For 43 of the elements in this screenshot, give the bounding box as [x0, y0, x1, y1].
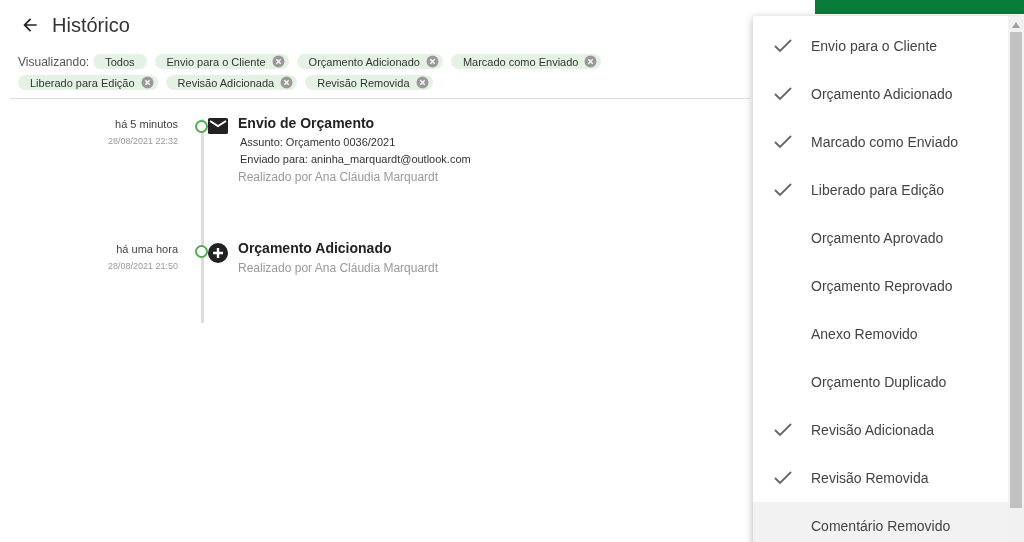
timeline-dot	[195, 120, 208, 133]
scrollbar[interactable]	[1008, 16, 1024, 542]
mail-icon	[208, 118, 228, 134]
remove-icon[interactable]	[280, 76, 294, 89]
menu-item-label: Revisão Adicionada	[811, 422, 934, 438]
filter-chip[interactable]: Revisão Adicionada	[165, 75, 298, 90]
filter-chip[interactable]: Liberado para Edição	[18, 75, 158, 90]
timeline-dot	[195, 245, 208, 258]
event-detail: Assunto: Orçamento 0036/2021	[239, 136, 397, 148]
menu-item[interactable]: Comentário Removido	[753, 502, 1008, 542]
menu-item-label: Orçamento Reprovado	[811, 278, 953, 294]
event-detail: Enviado para: aninha_marquardt@outlook.com	[239, 153, 472, 165]
remove-icon[interactable]	[584, 55, 598, 68]
scroll-up-icon[interactable]	[1012, 22, 1020, 28]
filter-chip[interactable]: Revisão Removida	[305, 75, 433, 90]
plus-circle-icon	[208, 243, 228, 263]
event-date: 28/08/2021 21:50	[106, 261, 178, 271]
menu-item-label: Liberado para Edição	[811, 182, 945, 198]
event-author: Realizado por Ana Cláudia Marquardt	[238, 261, 440, 275]
filter-chip[interactable]: Envio para o Cliente	[154, 54, 289, 69]
menu-item-label: Orçamento Aprovado	[811, 230, 944, 246]
event-date: 28/08/2021 22:32	[106, 136, 178, 146]
menu-item-label: Anexo Removido	[811, 326, 918, 342]
event-title: Orçamento Adicionado	[238, 240, 393, 256]
remove-icon[interactable]	[271, 55, 285, 68]
page-title: Histórico	[52, 13, 130, 37]
event-author: Realizado por Ana Cláudia Marquardt	[238, 170, 440, 184]
remove-icon[interactable]	[425, 55, 439, 68]
menu-item-label: Comentário Removido	[811, 518, 951, 534]
relative-time: há 5 minutos	[114, 118, 178, 130]
menu-item-label: Envio para o Cliente	[811, 38, 938, 54]
remove-icon[interactable]	[415, 76, 429, 89]
filter-chip[interactable]: Orçamento Adicionado	[296, 54, 443, 69]
menu-item-label: Orçamento Duplicado	[811, 374, 947, 390]
filter-label: Visualizando:	[18, 54, 90, 69]
menu-item-label: Orçamento Adicionado	[811, 86, 953, 102]
event-title: Envio de Orçamento	[238, 115, 376, 131]
filter-chip[interactable]: Todos	[93, 54, 147, 69]
remove-icon[interactable]	[140, 76, 154, 89]
menu-item-label: Revisão Removida	[811, 470, 929, 486]
menu-item-label: Marcado como Enviado	[811, 134, 959, 150]
filter-chip[interactable]: Marcado como Enviado	[450, 54, 602, 69]
relative-time: há uma hora	[115, 243, 178, 255]
